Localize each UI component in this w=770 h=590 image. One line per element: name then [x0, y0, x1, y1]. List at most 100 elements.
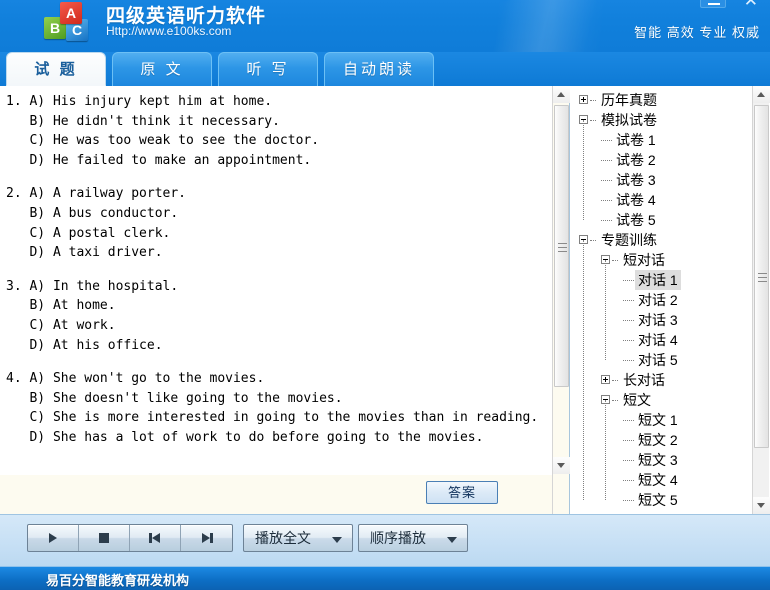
- question-option[interactable]: D) At his office.: [6, 336, 548, 356]
- tree-connector: [590, 240, 596, 241]
- tree-connector: [623, 480, 634, 481]
- tree-scroll-down-icon[interactable]: [753, 497, 770, 514]
- question-first-option[interactable]: 1. A) His injury kept him at home.: [6, 92, 548, 112]
- question-option[interactable]: B) A bus conductor.: [6, 204, 548, 224]
- next-button[interactable]: [181, 525, 232, 551]
- app-slogan: 智能 高效 专业 权威: [634, 25, 760, 40]
- tree-scrollbar[interactable]: [752, 86, 770, 514]
- question-option[interactable]: C) She is more interested in going to th…: [6, 408, 548, 428]
- tree-scroll-up-icon[interactable]: [753, 86, 770, 103]
- tree-connector: [601, 160, 612, 161]
- question-option[interactable]: C) A postal clerk.: [6, 224, 548, 244]
- tree-leaf-item[interactable]: 对话 3: [571, 310, 752, 330]
- question-option[interactable]: C) He was too weak to see the doctor.: [6, 131, 548, 151]
- tree-leaf-item[interactable]: 对话 4: [571, 330, 752, 350]
- tree-item-label: 试卷 5: [616, 212, 656, 228]
- question-option[interactable]: D) She has a lot of work to do before go…: [6, 428, 548, 448]
- tree-connector: [601, 200, 612, 201]
- question-option[interactable]: D) A taxi driver.: [6, 243, 548, 263]
- playback-toolbar: 播放全文 顺序播放: [0, 514, 770, 566]
- content-scroll-thumb[interactable]: [554, 105, 569, 387]
- tree-connector: [623, 300, 634, 301]
- tree-guide-line: [583, 120, 584, 220]
- tree-leaf-item[interactable]: 试卷 5: [571, 210, 752, 230]
- tree-guide-line: [583, 240, 584, 500]
- answer-button[interactable]: 答案: [426, 481, 498, 504]
- tree-connector: [612, 380, 618, 381]
- tree-connector: [623, 360, 634, 361]
- tree-item-label: 短文: [623, 392, 651, 408]
- content-scrollbar[interactable]: [552, 86, 570, 514]
- tree-scroll-area: 历年真题 模拟试卷 试卷 1 试卷 2 试卷 3 试卷 4 试卷 5 专题训练 短对话 对话 1 对…: [571, 86, 752, 514]
- chevron-down-icon: [447, 537, 457, 543]
- question-option[interactable]: B) He didn't think it necessary.: [6, 112, 548, 132]
- tree-branch-item[interactable]: 历年真题: [571, 90, 752, 110]
- question-list: 1. A) His injury kept him at home. B) He…: [0, 86, 552, 474]
- question-first-option[interactable]: 2. A) A railway porter.: [6, 184, 548, 204]
- tab-transcript[interactable]: 原 文: [112, 52, 212, 86]
- logo-cube-a: A: [60, 2, 82, 24]
- tab-dictation[interactable]: 听 写: [218, 52, 318, 86]
- tree-leaf-item[interactable]: 对话 5: [571, 350, 752, 370]
- tree-item-label: 短文 5: [638, 492, 678, 508]
- play-button[interactable]: [28, 525, 79, 551]
- status-bar: 易百分智能教育研发机构: [0, 566, 770, 590]
- maximize-button[interactable]: [700, 0, 726, 8]
- tree-item-label: 试卷 4: [616, 192, 656, 208]
- close-icon[interactable]: ✕: [744, 0, 758, 11]
- tree-leaf-item[interactable]: 对话 2: [571, 290, 752, 310]
- tree-item-label: 短对话: [623, 252, 665, 268]
- tree-leaf-item[interactable]: 短文 1: [571, 410, 752, 430]
- app-url: Http://www.e100ks.com: [106, 24, 232, 38]
- tree-item-label: 短文 1: [638, 412, 678, 428]
- scroll-down-icon[interactable]: [553, 457, 570, 474]
- tab-questions[interactable]: 试 题: [6, 52, 106, 86]
- question-first-option[interactable]: 4. A) She won't go to the movies.: [6, 369, 548, 389]
- tree-connector: [590, 100, 596, 101]
- tree-item-label: 专题训练: [601, 232, 657, 248]
- stop-button[interactable]: [79, 525, 130, 551]
- tree-leaf-item[interactable]: 短文 3: [571, 450, 752, 470]
- tree-item-label: 试卷 3: [616, 172, 656, 188]
- lesson-tree-panel: 历年真题 模拟试卷 试卷 1 试卷 2 试卷 3 试卷 4 试卷 5 专题训练 短对话 对话 1 对…: [571, 86, 770, 514]
- tree-leaf-item[interactable]: 对话 1: [571, 270, 752, 290]
- play-scope-dropdown[interactable]: 播放全文: [243, 524, 353, 552]
- tree-item-label: 短文 2: [638, 432, 678, 448]
- tree-branch-item[interactable]: 专题训练: [571, 230, 752, 250]
- previous-button[interactable]: [130, 525, 181, 551]
- tree-leaf-item[interactable]: 短文 4: [571, 470, 752, 490]
- tree-leaf-item[interactable]: 试卷 4: [571, 190, 752, 210]
- tree-connector: [601, 180, 612, 181]
- tree-leaf-item[interactable]: 试卷 2: [571, 150, 752, 170]
- question-option[interactable]: B) She doesn't like going to the movies.: [6, 389, 548, 409]
- tree-branch-item[interactable]: 模拟试卷: [571, 110, 752, 130]
- tree-connector: [623, 320, 634, 321]
- expand-plus-icon[interactable]: [579, 95, 588, 104]
- question-first-option[interactable]: 3. A) In the hospital.: [6, 277, 548, 297]
- tree-leaf-item[interactable]: 短文 2: [571, 430, 752, 450]
- question-option[interactable]: C) At work.: [6, 316, 548, 336]
- play-order-dropdown[interactable]: 顺序播放: [358, 524, 468, 552]
- chevron-down-icon: [332, 537, 342, 543]
- expand-plus-icon[interactable]: [601, 375, 610, 384]
- tree-branch-item[interactable]: 长对话: [571, 370, 752, 390]
- tree-leaf-item[interactable]: 试卷 3: [571, 170, 752, 190]
- question-option[interactable]: B) At home.: [6, 296, 548, 316]
- tree-branch-item[interactable]: 短对话: [571, 250, 752, 270]
- tab-auto-read[interactable]: 自动朗读: [324, 52, 434, 86]
- tree-branch-item[interactable]: 短文: [571, 390, 752, 410]
- tree-connector: [601, 220, 612, 221]
- main-area: 1. A) His injury kept him at home. B) He…: [0, 86, 770, 514]
- answer-strip: 答案: [0, 474, 552, 514]
- tree-leaf-item[interactable]: 试卷 1: [571, 130, 752, 150]
- tree-connector: [623, 500, 634, 501]
- scroll-up-icon[interactable]: [553, 86, 570, 103]
- tree-guide-line: [605, 260, 606, 360]
- lesson-tree: 历年真题 模拟试卷 试卷 1 试卷 2 试卷 3 试卷 4 试卷 5 专题训练 短对话 对话 1 对…: [571, 90, 752, 510]
- tree-item-label: 对话 1: [635, 270, 681, 290]
- question-option[interactable]: D) He failed to make an appointment.: [6, 151, 548, 171]
- tree-leaf-item[interactable]: 短文 5: [571, 490, 752, 510]
- tree-guide-line: [605, 400, 606, 500]
- tree-scroll-thumb[interactable]: [754, 105, 769, 448]
- play-order-label: 顺序播放: [370, 530, 426, 546]
